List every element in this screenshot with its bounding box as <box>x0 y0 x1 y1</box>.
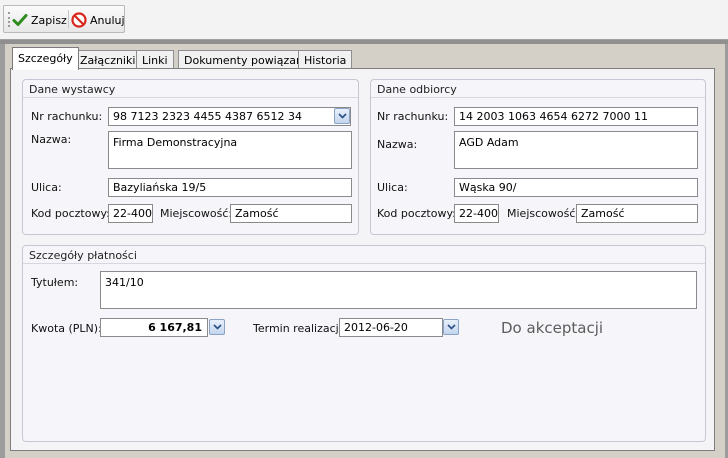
recipient-group: Dane odbiorcy Nr rachunku: 14 2003 1063 … <box>370 79 706 235</box>
tab-label: Linki <box>142 54 168 67</box>
sender-postcode-field[interactable]: 22-400 <box>108 204 153 223</box>
sender-city-value: Zamość <box>235 207 279 220</box>
save-button[interactable]: Zapisz <box>12 11 67 29</box>
recipient-postcode-field[interactable]: 22-400 <box>454 204 499 223</box>
tab-label: Szczegóły <box>18 52 73 65</box>
recipient-city-value: Zamość <box>581 207 625 220</box>
recipient-name-value: AGD Adam <box>459 136 519 149</box>
sender-name-value: Firma Demonstracyjna <box>113 136 238 149</box>
check-icon <box>12 12 28 28</box>
recipient-postcode-value: 22-400 <box>459 207 498 220</box>
tab-label: Historia <box>304 54 347 67</box>
recipient-group-title: Dane odbiorcy <box>371 80 705 98</box>
tab-label: Dokumenty powiązane <box>184 54 310 67</box>
payment-title-field[interactable]: 341/10 <box>100 271 697 309</box>
tab-panel: Dane wystawcy Nr rachunku: 98 7123 2323 … <box>10 68 715 451</box>
tab-dokumenty-powiazane[interactable]: Dokumenty powiązane <box>178 50 316 69</box>
recipient-account-value: 14 2003 1063 4654 6272 7000 11 <box>459 110 648 123</box>
due-date-field[interactable]: 2012-06-20 <box>339 318 443 337</box>
status-label: Do akceptacji <box>501 319 604 337</box>
payment-title-label: Tytułem: <box>31 276 79 289</box>
recipient-street-label: Ulica: <box>377 181 408 194</box>
save-label: Zapisz <box>31 13 67 27</box>
sender-group-title: Dane wystawcy <box>23 80 358 98</box>
tab-szczegoly[interactable]: Szczegóły <box>12 47 79 70</box>
cancel-label: Anuluj <box>90 13 125 27</box>
sender-group: Dane wystawcy Nr rachunku: 98 7123 2323 … <box>22 79 359 235</box>
chevron-down-icon <box>446 324 456 330</box>
due-date-dropdown[interactable] <box>443 319 459 335</box>
sender-postcode-value: 22-400 <box>113 207 152 220</box>
chevron-down-icon <box>337 113 347 119</box>
recipient-street-field[interactable]: Wąska 90/ <box>454 178 698 197</box>
tab-historia[interactable]: Historia <box>298 50 353 69</box>
toolbar: Zapisz Anuluj <box>0 0 728 40</box>
toolbar-separator <box>68 10 69 28</box>
sender-street-value: Bazyliańska 19/5 <box>113 181 207 194</box>
sender-name-field[interactable]: Firma Demonstracyjna <box>108 131 352 169</box>
recipient-account-label: Nr rachunku: <box>377 110 449 123</box>
sender-account-select[interactable]: 98 7123 2323 4455 4387 6512 34 <box>108 107 351 126</box>
left-border <box>0 44 5 458</box>
amount-label: Kwota (PLN): <box>31 322 102 335</box>
payment-group: Szczegóły płatności Tytułem: 341/10 Kwot… <box>22 245 706 442</box>
toolbar-grip[interactable] <box>8 12 10 27</box>
cancel-button[interactable]: Anuluj <box>71 11 125 29</box>
toolbar-divider <box>0 40 728 44</box>
sender-street-label: Ulica: <box>31 181 62 194</box>
recipient-city-field[interactable]: Zamość <box>576 204 698 223</box>
sender-city-field[interactable]: Zamość <box>230 204 352 223</box>
due-date-label: Termin realizacji: <box>253 322 346 335</box>
recipient-account-field[interactable]: 14 2003 1063 4654 6272 7000 11 <box>454 107 698 126</box>
sender-street-field[interactable]: Bazyliańska 19/5 <box>108 178 352 197</box>
sender-city-label: Miejscowość: <box>160 207 233 220</box>
toolbar-group: Zapisz Anuluj <box>3 5 125 33</box>
chevron-down-icon <box>212 324 222 330</box>
tab-zalaczniki[interactable]: Załączniki <box>74 50 142 69</box>
no-entry-icon <box>71 12 87 28</box>
sender-account-value: 98 7123 2323 4455 4387 6512 34 <box>113 110 302 123</box>
amount-field[interactable]: 6 167,81 <box>100 318 208 337</box>
tab-label: Załączniki <box>80 54 136 67</box>
recipient-name-label: Nazwa: <box>377 138 418 151</box>
recipient-postcode-label: Kod pocztowy: <box>377 207 456 220</box>
sender-name-label: Nazwa: <box>31 133 72 146</box>
payment-title-value: 341/10 <box>105 276 144 289</box>
amount-value: 6 167,81 <box>148 321 202 334</box>
payment-group-title: Szczegóły płatności <box>23 246 705 264</box>
sender-account-dropdown[interactable] <box>334 108 350 124</box>
sender-postcode-label: Kod pocztowy: <box>31 207 110 220</box>
recipient-city-label: Miejscowość: <box>507 207 580 220</box>
amount-dropdown[interactable] <box>209 319 225 335</box>
due-date-value: 2012-06-20 <box>344 321 408 334</box>
recipient-name-field[interactable]: AGD Adam <box>454 131 698 169</box>
tab-linki[interactable]: Linki <box>136 50 174 69</box>
recipient-street-value: Wąska 90/ <box>459 181 517 194</box>
sender-account-label: Nr rachunku: <box>31 110 103 123</box>
